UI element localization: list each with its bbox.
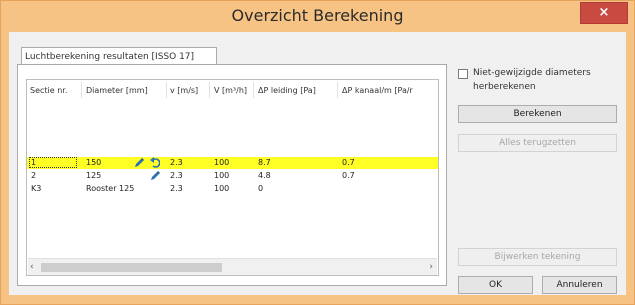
cell-sectie: 1 — [31, 158, 37, 167]
pencil-icon[interactable] — [134, 157, 144, 168]
berekenen-button[interactable]: Berekenen — [458, 105, 617, 123]
cell-velocity: 2.3 — [170, 158, 183, 167]
cell-dp-leiding: 4.8 — [258, 171, 271, 180]
tab-panel: Sectie nr. Diameter [mm] v [m/s] V [m³/h… — [17, 64, 447, 286]
cell-velocity: 2.3 — [170, 184, 183, 193]
scroll-left-icon[interactable]: ‹ — [30, 262, 34, 272]
recalc-checkbox-label[interactable]: Niet-gewijzigde diameters herberekenen — [473, 66, 623, 94]
cell-diameter: Rooster 125 — [86, 184, 135, 193]
column-header-v[interactable]: v [m/s] — [170, 86, 198, 95]
title-bar[interactable]: Overzicht Berekening × — [1, 1, 634, 32]
column-header-dp-kanaal[interactable]: ΔP kanaal/m [Pa/r — [342, 86, 437, 95]
dialog-window: Overzicht Berekening × Luchtberekening r… — [0, 0, 635, 305]
tab-luchtberekening-resultaten[interactable]: Luchtberekening resultaten [ISSO 17] — [21, 47, 217, 65]
table-row[interactable]: K3 Rooster 125 2.3 100 0 — [27, 183, 438, 195]
column-header-dp-leiding[interactable]: ΔP leiding [Pa] — [258, 86, 316, 95]
recalc-checkbox[interactable] — [458, 69, 468, 79]
horizontal-scrollbar[interactable]: ‹ › — [28, 258, 437, 275]
column-header-sectie[interactable]: Sectie nr. — [30, 86, 67, 95]
cell-focus-box — [29, 157, 77, 168]
cell-diameter[interactable]: 150 — [86, 158, 101, 167]
cell-sectie: 2 — [31, 171, 37, 180]
table-row[interactable]: 2 125 2.3 100 4.8 0.7 — [27, 170, 438, 182]
ok-button[interactable]: OK — [458, 276, 533, 294]
dialog-body: Luchtberekening resultaten [ISSO 17] Sec… — [9, 32, 626, 295]
cell-flow: 100 — [214, 158, 230, 167]
column-header-diameter[interactable]: Diameter [mm] — [86, 86, 148, 95]
undo-icon[interactable] — [150, 157, 160, 168]
cell-sectie: K3 — [31, 184, 42, 193]
cell-flow: 100 — [214, 171, 230, 180]
cell-diameter[interactable]: 125 — [86, 171, 101, 180]
results-table: Sectie nr. Diameter [mm] v [m/s] V [m³/h… — [26, 79, 439, 276]
column-header-flow[interactable]: V [m³/h] — [214, 86, 247, 95]
table-row[interactable]: 1 150 2.3 100 8.7 0.7 — [27, 157, 438, 169]
scroll-right-icon[interactable]: › — [429, 262, 433, 272]
cell-flow: 100 — [214, 184, 230, 193]
cell-velocity: 2.3 — [170, 171, 183, 180]
annuleren-button[interactable]: Annuleren — [542, 276, 617, 294]
pencil-icon[interactable] — [150, 170, 160, 181]
cell-dp-leiding: 0 — [258, 184, 264, 193]
cell-dp-leiding: 8.7 — [258, 158, 271, 167]
cell-dp-kanaal: 0.7 — [342, 171, 355, 180]
close-button[interactable]: × — [580, 2, 628, 24]
alles-terugzetten-button[interactable]: Alles terugzetten — [458, 134, 617, 152]
bijwerken-tekening-button[interactable]: Bijwerken tekening — [458, 248, 617, 266]
window-title: Overzicht Berekening — [231, 6, 404, 25]
scroll-thumb[interactable] — [41, 263, 222, 272]
cell-dp-kanaal: 0.7 — [342, 158, 355, 167]
